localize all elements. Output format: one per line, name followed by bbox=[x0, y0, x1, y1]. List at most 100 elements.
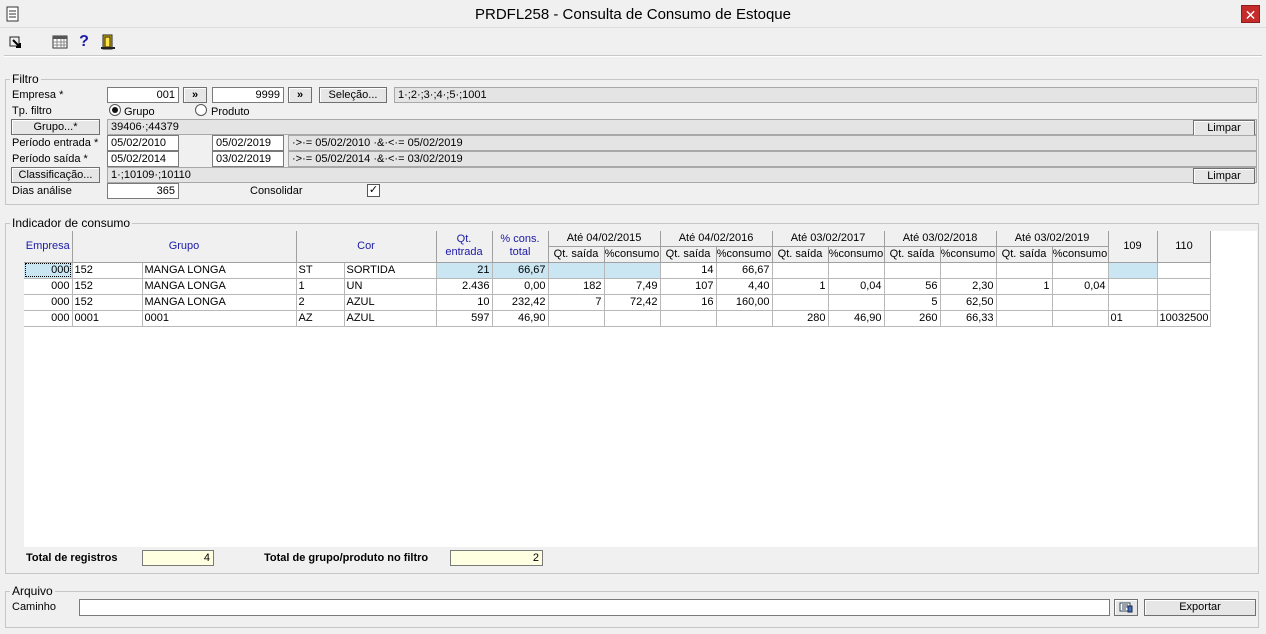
cell-cons-total[interactable]: 46,90 bbox=[492, 310, 549, 327]
cell-empresa[interactable]: 000 bbox=[24, 310, 73, 327]
calendar-grid-icon[interactable] bbox=[52, 34, 68, 50]
header-pct-consumo[interactable]: %consumo bbox=[604, 246, 661, 263]
cell-p5-pct[interactable] bbox=[1052, 310, 1109, 327]
header-qt-saida[interactable]: Qt. saída bbox=[548, 246, 605, 263]
dias-analise-input[interactable]: 365 bbox=[107, 183, 179, 199]
cell-grupo-desc[interactable]: MANGA LONGA bbox=[142, 294, 297, 311]
cell-cons-total[interactable]: 66,67 bbox=[492, 262, 549, 279]
cell-qt-entrada[interactable]: 21 bbox=[436, 262, 493, 279]
cell-qt-entrada[interactable]: 2.436 bbox=[436, 278, 493, 295]
cell-p4-qt[interactable]: 260 bbox=[884, 310, 941, 327]
cell-empresa[interactable]: 000 bbox=[24, 262, 73, 279]
cell-cor-desc[interactable]: SORTIDA bbox=[344, 262, 437, 279]
cell-p4-pct[interactable]: 66,33 bbox=[940, 310, 997, 327]
caminho-input[interactable] bbox=[79, 599, 1110, 616]
browse-folder-button[interactable] bbox=[1114, 599, 1138, 616]
cell-cor-code[interactable]: 1 bbox=[296, 278, 345, 295]
radio-grupo[interactable] bbox=[109, 104, 121, 116]
header-pct-consumo[interactable]: %consumo bbox=[940, 246, 997, 263]
grupo-button[interactable]: Grupo...* bbox=[11, 119, 100, 135]
cell-p3-pct[interactable] bbox=[828, 294, 885, 311]
header-empresa[interactable]: Empresa bbox=[24, 231, 73, 263]
cell-p3-qt[interactable] bbox=[772, 262, 829, 279]
grupo-limpar-button[interactable]: Limpar bbox=[1193, 120, 1255, 136]
selecao-button[interactable]: Seleção... bbox=[319, 87, 387, 103]
cell-110[interactable]: 10032500 bbox=[1157, 310, 1212, 327]
header-period-3[interactable]: Até 03/02/2017 bbox=[772, 231, 885, 247]
door-exit-icon[interactable] bbox=[100, 34, 116, 50]
header-pct-consumo[interactable]: %consumo bbox=[1052, 246, 1109, 263]
cell-empresa[interactable]: 000 bbox=[24, 294, 73, 311]
cell-p4-qt[interactable]: 56 bbox=[884, 278, 941, 295]
consolidar-checkbox[interactable]: ✓ bbox=[367, 184, 380, 197]
exportar-button[interactable]: Exportar bbox=[1144, 599, 1256, 616]
header-qt-saida[interactable]: Qt. saída bbox=[996, 246, 1053, 263]
cell-grupo-code[interactable]: 152 bbox=[72, 294, 143, 311]
periodo-entrada-to-input[interactable]: 05/02/2019 bbox=[212, 135, 284, 151]
cell-p1-pct[interactable]: 72,42 bbox=[604, 294, 661, 311]
cell-110[interactable] bbox=[1157, 294, 1212, 311]
header-cons-total[interactable]: % cons. total bbox=[492, 231, 549, 263]
cell-p4-pct[interactable] bbox=[940, 262, 997, 279]
cell-grupo-desc[interactable]: 0001 bbox=[142, 310, 297, 327]
cell-p1-qt[interactable]: 182 bbox=[548, 278, 605, 295]
header-cor[interactable]: Cor bbox=[296, 231, 437, 263]
cell-p4-pct[interactable]: 62,50 bbox=[940, 294, 997, 311]
table-row[interactable]: 000 152 MANGA LONGA 2 AZUL 10 232,42 7 7… bbox=[24, 294, 1212, 311]
cell-p4-pct[interactable]: 2,30 bbox=[940, 278, 997, 295]
cell-p2-qt[interactable] bbox=[660, 310, 717, 327]
cell-grupo-desc[interactable]: MANGA LONGA bbox=[142, 278, 297, 295]
cell-p2-qt[interactable]: 16 bbox=[660, 294, 717, 311]
cell-p5-qt[interactable] bbox=[996, 262, 1053, 279]
empresa-from-input[interactable]: 001 bbox=[107, 87, 179, 103]
classificacao-button[interactable]: Classificação... bbox=[11, 167, 100, 183]
table-row[interactable]: 000 152 MANGA LONGA ST SORTIDA 21 66,67 … bbox=[24, 262, 1212, 279]
cell-110[interactable] bbox=[1157, 278, 1212, 295]
cell-qt-entrada[interactable]: 10 bbox=[436, 294, 493, 311]
header-period-1[interactable]: Até 04/02/2015 bbox=[548, 231, 661, 247]
table-row[interactable]: 000 0001 0001 AZ AZUL 597 46,90 280 46,9… bbox=[24, 310, 1212, 327]
cell-p5-pct[interactable] bbox=[1052, 294, 1109, 311]
header-period-5[interactable]: Até 03/02/2019 bbox=[996, 231, 1109, 247]
exit-arrow-icon[interactable] bbox=[8, 34, 24, 50]
header-qt-saida[interactable]: Qt. saída bbox=[772, 246, 829, 263]
table-row[interactable]: 000 152 MANGA LONGA 1 UN 2.436 0,00 182 … bbox=[24, 278, 1212, 295]
header-period-4[interactable]: Até 03/02/2018 bbox=[884, 231, 997, 247]
cell-qt-entrada[interactable]: 597 bbox=[436, 310, 493, 327]
cell-p2-pct[interactable]: 4,40 bbox=[716, 278, 773, 295]
cell-grupo-desc[interactable]: MANGA LONGA bbox=[142, 262, 297, 279]
cell-p3-pct[interactable]: 46,90 bbox=[828, 310, 885, 327]
header-qt-saida[interactable]: Qt. saída bbox=[660, 246, 717, 263]
header-grupo[interactable]: Grupo bbox=[72, 231, 297, 263]
header-period-2[interactable]: Até 04/02/2016 bbox=[660, 231, 773, 247]
cell-109[interactable]: 01 bbox=[1108, 310, 1158, 327]
periodo-saida-from-input[interactable]: 05/02/2014 bbox=[107, 151, 179, 167]
close-button[interactable]: ✕ bbox=[1241, 5, 1260, 23]
cell-p3-pct[interactable]: 0,04 bbox=[828, 278, 885, 295]
cell-cor-desc[interactable]: AZUL bbox=[344, 310, 437, 327]
periodo-saida-to-input[interactable]: 03/02/2019 bbox=[212, 151, 284, 167]
cell-110[interactable] bbox=[1157, 262, 1212, 279]
header-pct-consumo[interactable]: %consumo bbox=[716, 246, 773, 263]
cell-p5-qt[interactable] bbox=[996, 310, 1053, 327]
header-110[interactable]: 110 bbox=[1157, 231, 1212, 263]
cell-grupo-code[interactable]: 0001 bbox=[72, 310, 143, 327]
cell-p3-pct[interactable] bbox=[828, 262, 885, 279]
cell-p1-pct[interactable]: 7,49 bbox=[604, 278, 661, 295]
cell-cor-code[interactable]: ST bbox=[296, 262, 345, 279]
cell-p2-pct[interactable]: 66,67 bbox=[716, 262, 773, 279]
cell-p3-qt[interactable] bbox=[772, 294, 829, 311]
radio-produto[interactable] bbox=[195, 104, 207, 116]
cell-p2-qt[interactable]: 107 bbox=[660, 278, 717, 295]
cell-p1-qt[interactable] bbox=[548, 310, 605, 327]
cell-p1-qt[interactable]: 7 bbox=[548, 294, 605, 311]
empresa-from-lookup-button[interactable]: » bbox=[183, 87, 207, 103]
cell-p2-pct[interactable] bbox=[716, 310, 773, 327]
cell-empresa[interactable]: 000 bbox=[24, 278, 73, 295]
empresa-to-lookup-button[interactable]: » bbox=[288, 87, 312, 103]
help-icon[interactable]: ? bbox=[76, 34, 92, 50]
cell-cor-desc[interactable]: UN bbox=[344, 278, 437, 295]
cell-cor-code[interactable]: AZ bbox=[296, 310, 345, 327]
cell-p5-pct[interactable] bbox=[1052, 262, 1109, 279]
header-qt-entrada[interactable]: Qt. entrada bbox=[436, 231, 493, 263]
